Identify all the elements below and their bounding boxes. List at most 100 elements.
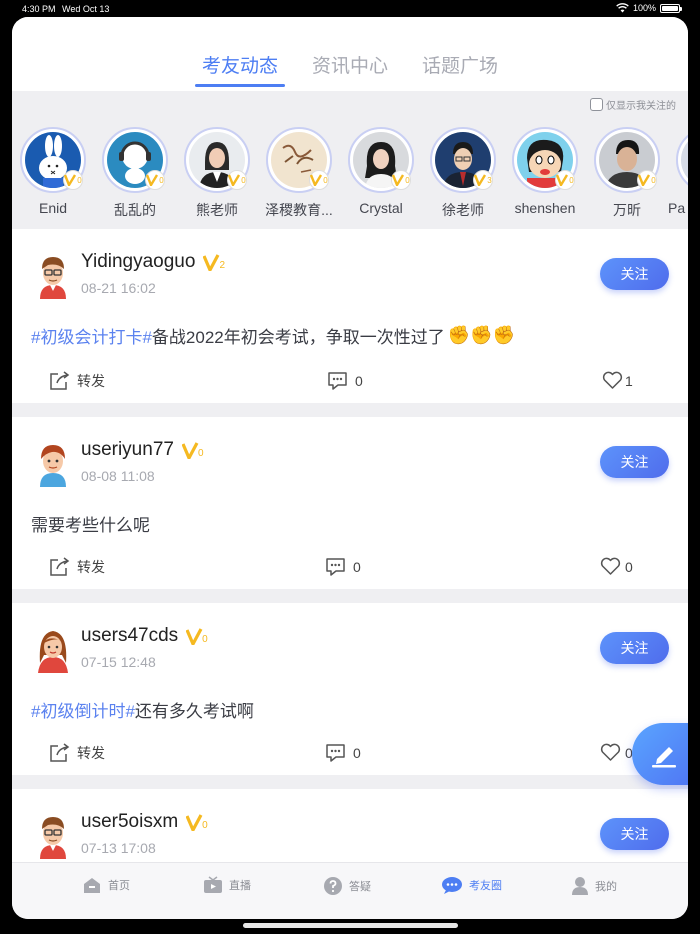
level-badge: 0 bbox=[186, 627, 208, 645]
like-button[interactable]: 0 bbox=[600, 743, 633, 762]
followed-only-filter[interactable]: 仅显示我关注的 bbox=[590, 97, 676, 112]
like-button[interactable]: 0 bbox=[600, 557, 633, 576]
follow-button[interactable]: 关注 bbox=[600, 818, 669, 850]
comment-icon bbox=[328, 372, 347, 390]
avatar-name: Pa bbox=[668, 200, 686, 216]
level-badge: 0 bbox=[181, 441, 204, 459]
post-username[interactable]: users47cds 0 bbox=[81, 625, 208, 647]
heart-icon bbox=[600, 557, 621, 575]
level-badge: 0 bbox=[186, 813, 208, 831]
followed-only-checkbox[interactable] bbox=[590, 98, 603, 111]
follow-button[interactable]: 关注 bbox=[600, 632, 669, 664]
avatar-name: Crystal bbox=[359, 200, 403, 216]
level-badge: 0 bbox=[309, 170, 329, 190]
question-icon bbox=[324, 877, 342, 895]
post-username[interactable]: Yidingyaoguo 2 bbox=[81, 251, 225, 273]
post-username[interactable]: user5oisxm 0 bbox=[81, 811, 208, 833]
level-badge: 0 bbox=[145, 170, 165, 190]
post-time: 07-15 12:48 bbox=[81, 654, 156, 670]
tab-exam-circle[interactable]: 考友圈 bbox=[441, 876, 502, 894]
level-badge: 0 bbox=[391, 170, 411, 190]
tab-home[interactable]: 首页 bbox=[82, 876, 130, 894]
top-tabs: 考友动态 资讯中心 话题广场 bbox=[12, 51, 688, 87]
post-card: users47cds 0 07-15 12:48 关注 #初级倒计时# 还有多久… bbox=[12, 603, 688, 775]
chat-icon bbox=[442, 877, 462, 894]
tab-friends-feed[interactable]: 考友动态 bbox=[185, 51, 295, 87]
post-content: 需要考些什么呢 bbox=[31, 511, 150, 536]
tab-news-center[interactable]: 资讯中心 bbox=[295, 51, 405, 87]
like-button[interactable]: 1 bbox=[602, 371, 633, 390]
follow-button[interactable]: 关注 bbox=[600, 258, 669, 290]
home-icon bbox=[84, 878, 100, 893]
level-badge: 0 bbox=[227, 170, 247, 190]
pencil-icon bbox=[652, 747, 676, 768]
comment-button[interactable]: 0 bbox=[327, 371, 363, 391]
avatar-name: 熊老师 bbox=[196, 202, 238, 218]
comment-icon bbox=[326, 744, 345, 762]
level-badge: 0 bbox=[555, 170, 575, 190]
share-icon bbox=[50, 371, 70, 390]
user-avatar[interactable] bbox=[32, 251, 74, 299]
tab-topic-square[interactable]: 话题广场 bbox=[405, 51, 515, 87]
avatar-item[interactable]: Pa bbox=[668, 127, 688, 216]
avatar-name: 泽稷教育... bbox=[265, 202, 333, 218]
post-actions: 转发 0 0 bbox=[12, 557, 688, 581]
bottom-tab-bar: 首页 直播 答疑 考友圈 我的 bbox=[12, 862, 688, 919]
tab-profile[interactable]: 我的 bbox=[571, 876, 617, 896]
repost-button[interactable]: 转发 bbox=[49, 743, 105, 763]
fist-emoji: ✊✊✊ bbox=[447, 325, 515, 345]
post-content: #初级会计打卡# 备战2022年初会考试，争取一次性过了 ✊✊✊ bbox=[31, 323, 515, 348]
battery-percent: 100% bbox=[632, 3, 656, 13]
user-avatar[interactable] bbox=[32, 811, 74, 859]
avatar-item[interactable]: 0 熊老师 bbox=[176, 127, 258, 220]
header: 考友动态 资讯中心 话题广场 bbox=[12, 17, 688, 91]
avatar-strip[interactable]: 0 Enid 0 乱乱的 0 熊老师 0 泽稷教育... 0 Crystal 3… bbox=[12, 127, 688, 223]
post-text: 备战2022年初会考试，争取一次性过了 bbox=[151, 328, 445, 347]
post-username[interactable]: useriyun77 0 bbox=[81, 439, 204, 461]
heart-icon bbox=[602, 371, 623, 389]
avatar-item[interactable]: 0 万昕 bbox=[586, 127, 668, 220]
avatar-name: 乱乱的 bbox=[114, 202, 156, 218]
live-icon bbox=[204, 876, 222, 893]
repost-button[interactable]: 转发 bbox=[49, 557, 105, 577]
avatar-item[interactable]: 0 shenshen bbox=[504, 127, 586, 216]
wifi-icon bbox=[616, 3, 629, 13]
heart-icon bbox=[600, 743, 621, 761]
status-bar: 4:30 PM Wed Oct 13 100% bbox=[0, 0, 700, 18]
comment-button[interactable]: 0 bbox=[325, 557, 361, 577]
level-badge: 0 bbox=[63, 170, 83, 190]
follow-button[interactable]: 关注 bbox=[600, 446, 669, 478]
repost-button[interactable]: 转发 bbox=[49, 371, 105, 391]
avatar-item[interactable]: 0 Crystal bbox=[340, 127, 422, 216]
status-time: 4:30 PM bbox=[22, 4, 56, 14]
user-icon bbox=[572, 877, 588, 895]
level-badge: 0 bbox=[637, 170, 657, 190]
avatar-item[interactable]: 3 徐老师 bbox=[422, 127, 504, 220]
tab-qa[interactable]: 答疑 bbox=[323, 876, 371, 896]
post-hashtag[interactable]: #初级倒计时# bbox=[31, 697, 135, 722]
status-date: Wed Oct 13 bbox=[62, 4, 110, 14]
post-actions: 转发 0 1 bbox=[12, 371, 688, 395]
tab-live[interactable]: 直播 bbox=[203, 876, 251, 894]
post-time: 08-08 11:08 bbox=[81, 468, 155, 484]
post-card: useriyun77 0 08-08 11:08 关注 需要考些什么呢 转发 0 bbox=[12, 417, 688, 589]
comment-icon bbox=[326, 558, 345, 576]
status-right: 100% bbox=[616, 3, 682, 13]
post-text: 还有多久考试啊 bbox=[134, 702, 254, 721]
user-avatar[interactable] bbox=[32, 439, 74, 487]
avatar-name: 万昕 bbox=[613, 202, 641, 218]
avatar-name: Enid bbox=[38, 200, 68, 216]
post-time: 07-13 17:08 bbox=[81, 840, 156, 856]
comment-button[interactable]: 0 bbox=[325, 743, 361, 763]
avatar-name: shenshen bbox=[514, 200, 576, 216]
user-avatar[interactable] bbox=[32, 625, 74, 673]
post-hashtag[interactable]: #初级会计打卡# bbox=[31, 323, 152, 348]
avatar-item[interactable]: 0 乱乱的 bbox=[94, 127, 176, 220]
compose-button[interactable] bbox=[632, 723, 688, 785]
avatar-item[interactable]: 0 泽稷教育... bbox=[258, 127, 340, 220]
level-badge: 2 bbox=[203, 253, 225, 271]
avatar bbox=[681, 132, 688, 188]
level-badge: 3 bbox=[473, 170, 493, 190]
post-card: Yidingyaoguo 2 08-21 16:02 关注 #初级会计打卡# 备… bbox=[12, 229, 688, 403]
avatar-item[interactable]: 0 Enid bbox=[12, 127, 94, 216]
